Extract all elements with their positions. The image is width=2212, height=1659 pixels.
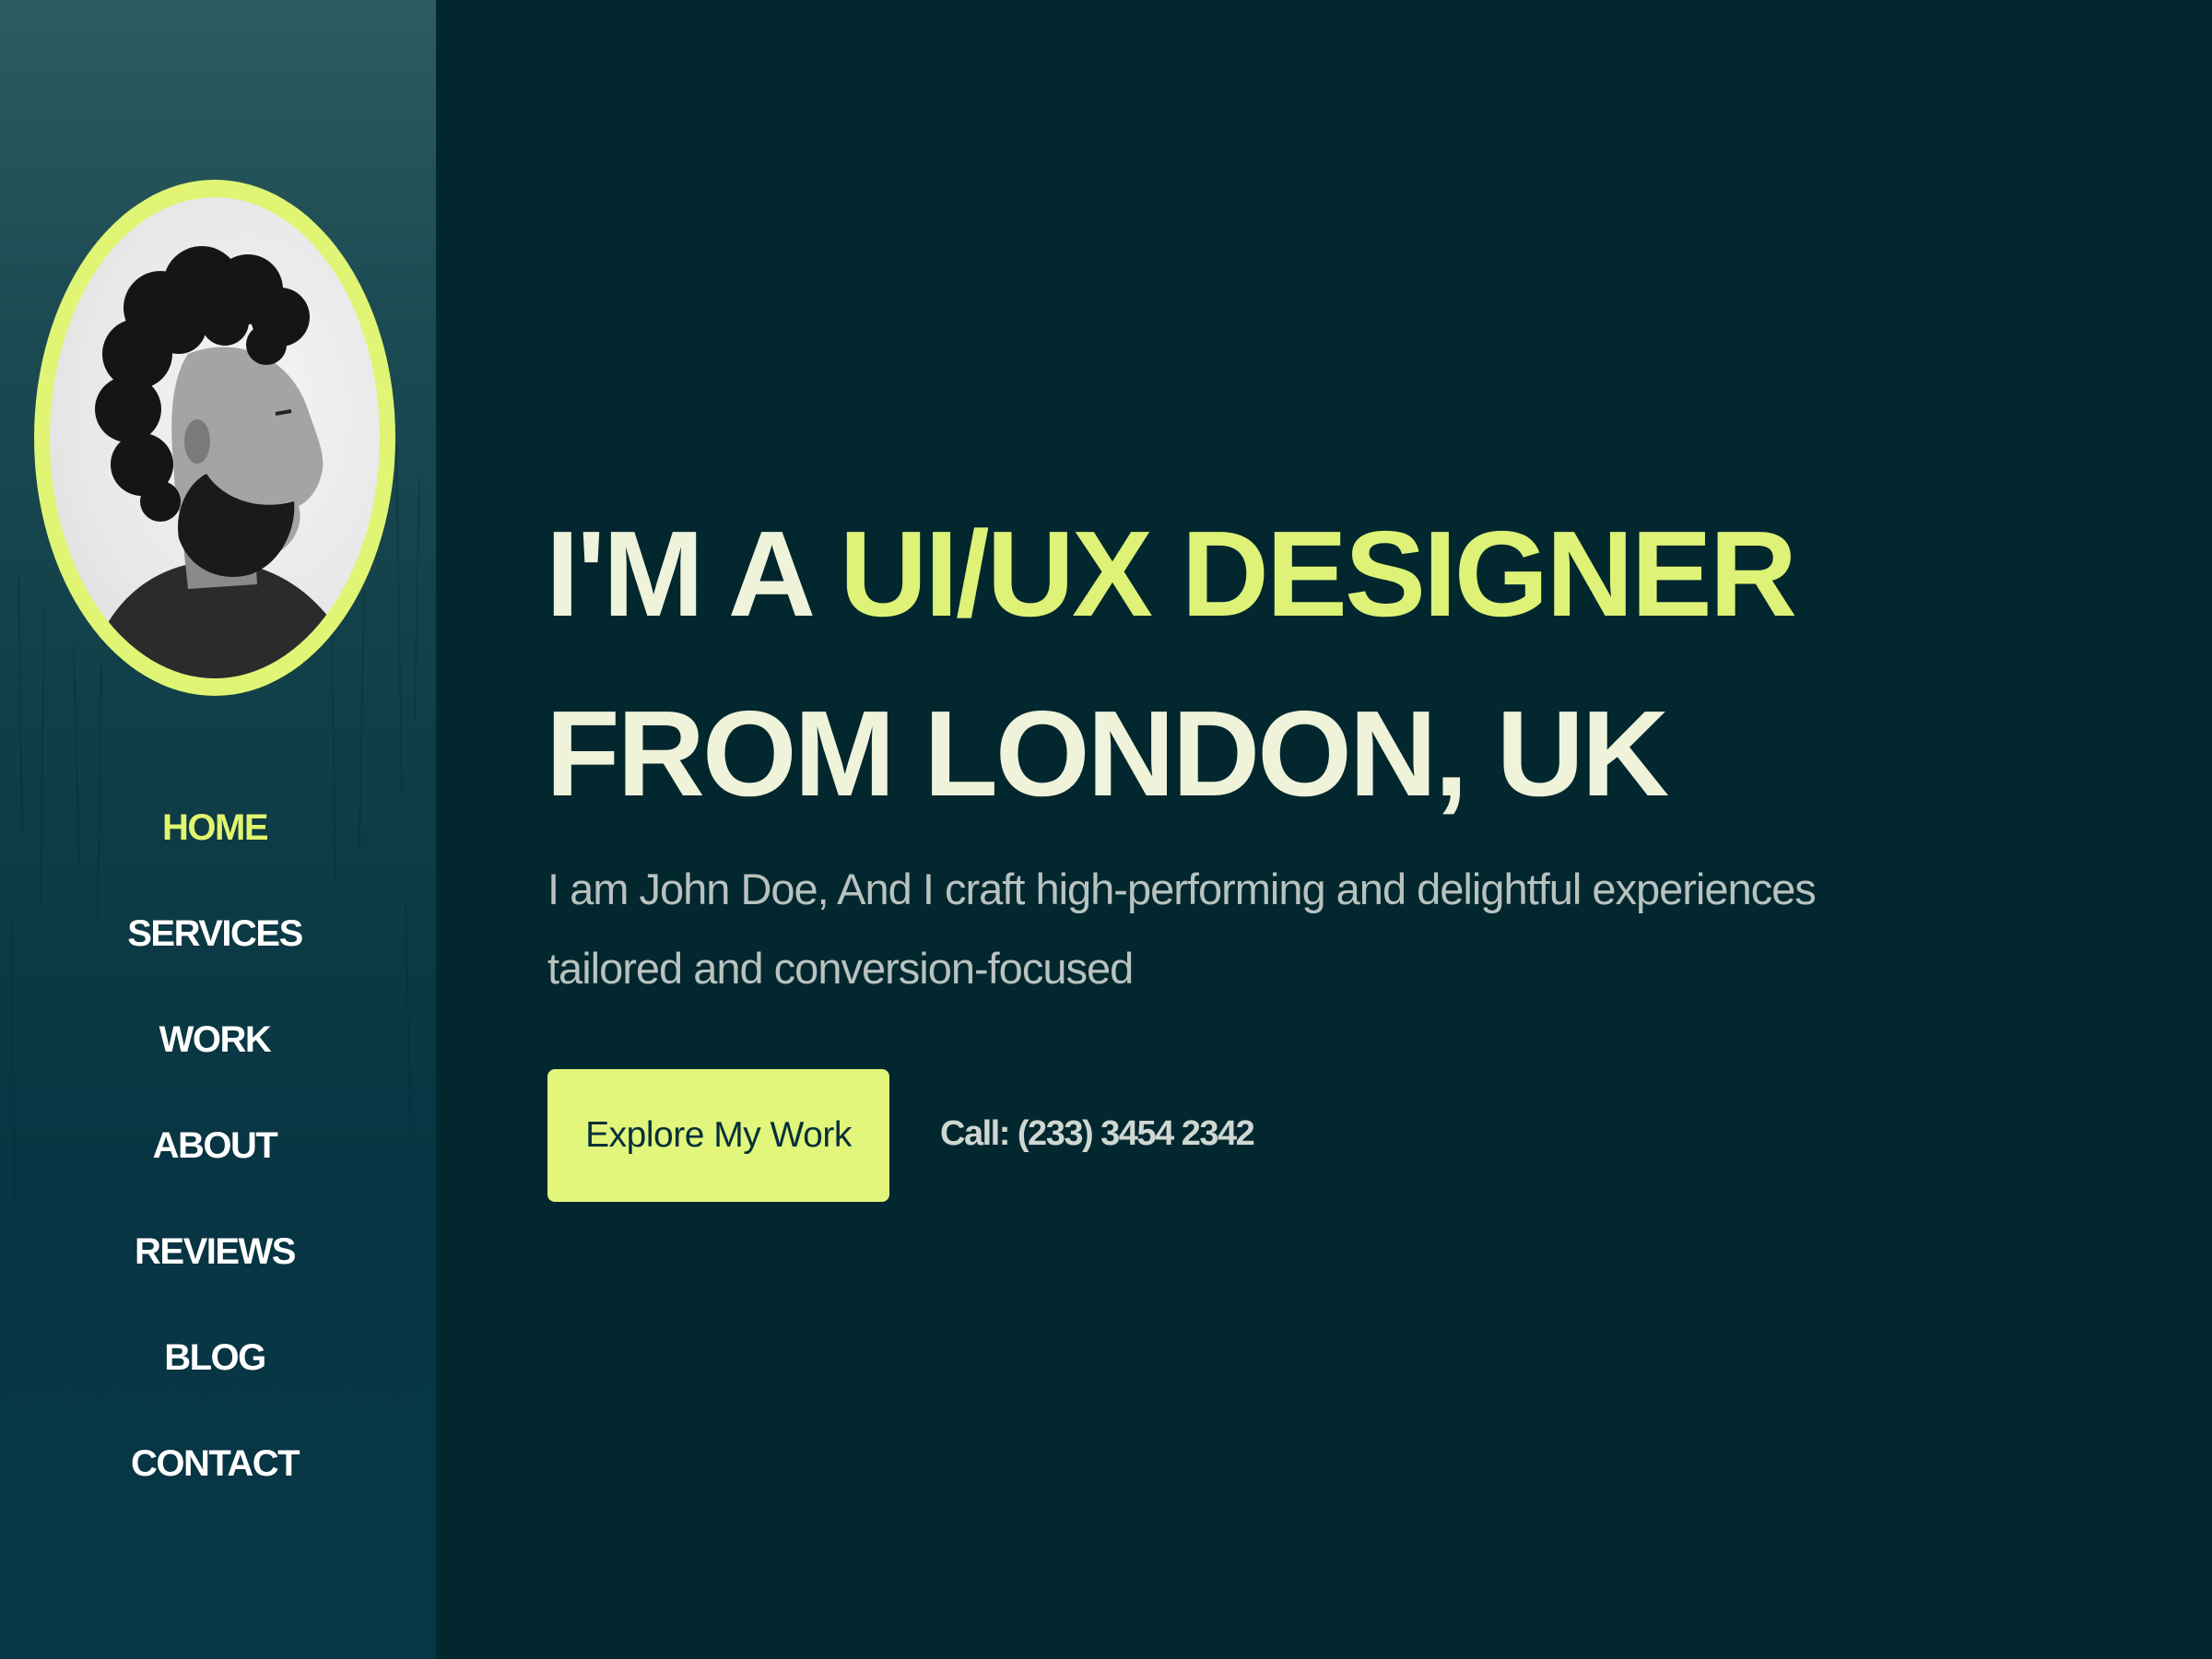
main-nav: HOME SERVICES WORK ABOUT REVIEWS BLOG CO… bbox=[0, 793, 429, 1535]
hero-subtitle: I am John Doe, And I craft high-performi… bbox=[547, 865, 1817, 993]
headline-accent: UI/UX DESIGNER bbox=[839, 506, 1797, 641]
nav-item-reviews[interactable]: REVIEWS bbox=[0, 1217, 429, 1323]
profile-photo-icon bbox=[87, 246, 363, 678]
explore-work-button[interactable]: Explore My Work bbox=[547, 1069, 889, 1202]
nav-item-home[interactable]: HOME bbox=[0, 793, 429, 899]
hero-headline: I'M A UI/UX DESIGNER FROM LONDON, UK bbox=[546, 484, 1928, 843]
nav-item-services[interactable]: SERVICES bbox=[0, 899, 429, 1005]
nav-item-blog[interactable]: BLOG bbox=[0, 1323, 429, 1429]
portfolio-page: HOME SERVICES WORK ABOUT REVIEWS BLOG CO… bbox=[0, 0, 2212, 1659]
phone-link[interactable]: Call: (233) 3454 2342 bbox=[940, 1106, 1255, 1161]
headline-part2: FROM LONDON, UK bbox=[546, 686, 1669, 821]
sidebar: HOME SERVICES WORK ABOUT REVIEWS BLOG CO… bbox=[0, 0, 436, 1659]
nav-item-about[interactable]: ABOUT bbox=[0, 1111, 429, 1217]
avatar bbox=[50, 197, 380, 678]
nav-item-work[interactable]: WORK bbox=[0, 1005, 429, 1111]
headline-part1: I'M A bbox=[546, 506, 840, 641]
nav-item-contact[interactable]: CONTACT bbox=[0, 1429, 429, 1535]
